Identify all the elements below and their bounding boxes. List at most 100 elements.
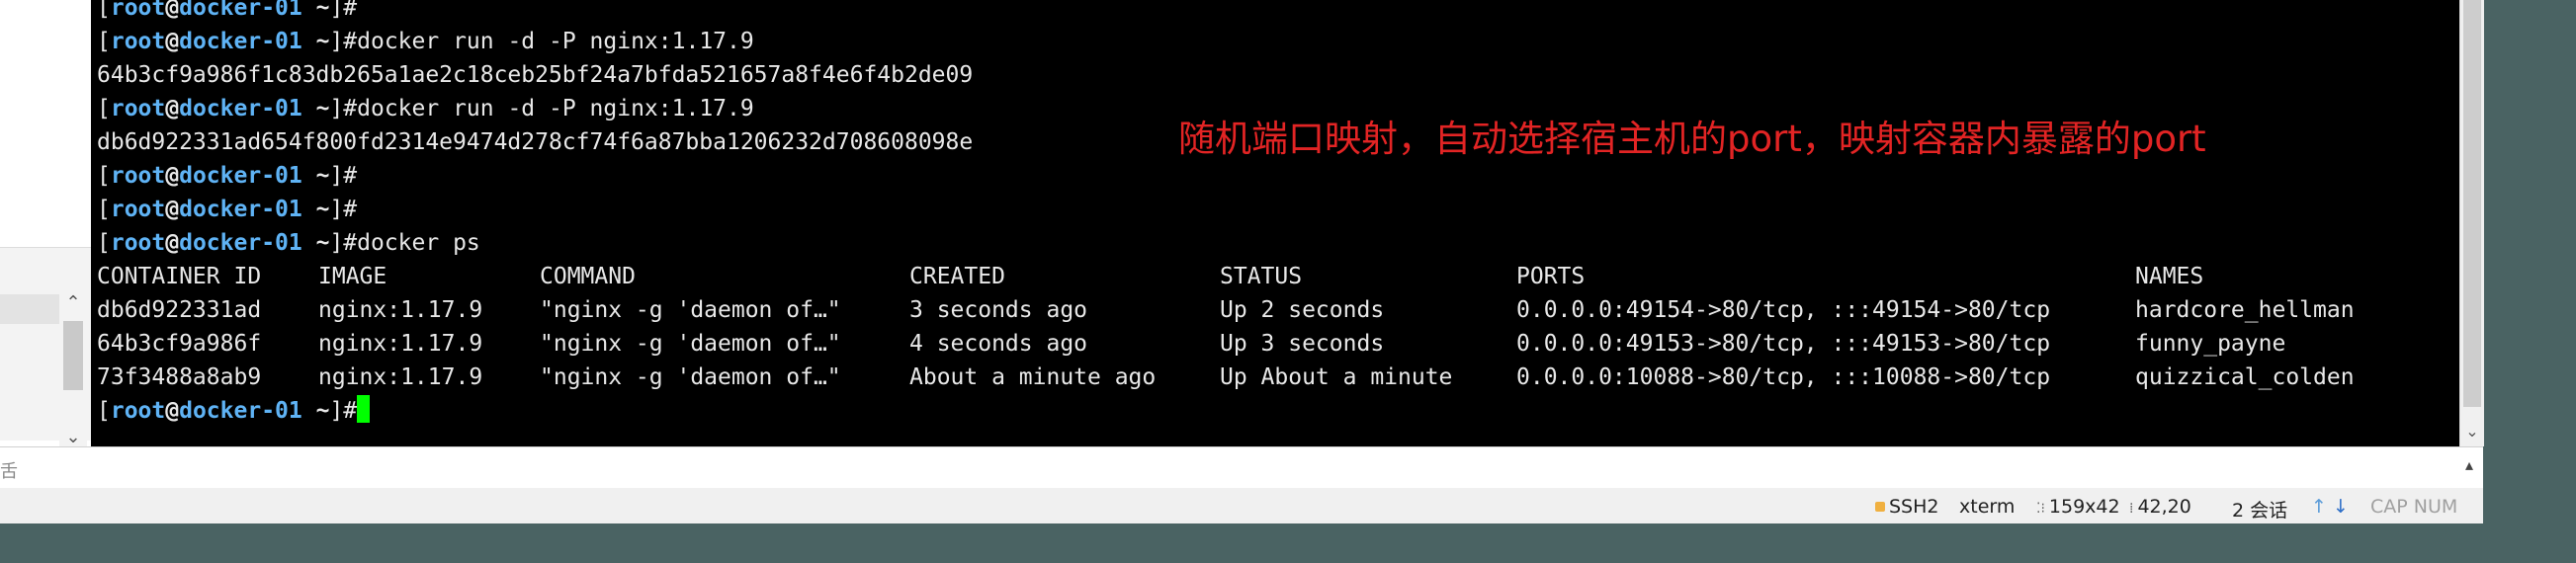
prompt-symbol: ]# — [329, 0, 358, 21]
table-cell: 0.0.0.0:49154->80/tcp, :::49154->80/tcp — [1516, 297, 2051, 323]
prompt-dir: ~ — [301, 197, 330, 222]
session-count: 2 会话 — [2232, 500, 2288, 522]
table-cell: CONTAINER ID — [97, 264, 262, 289]
table-cell: db6d922331ad — [97, 297, 262, 323]
table-row: 64b3cf9a986f nginx:1.17.9 "nginx -g 'daemo… — [91, 327, 2453, 361]
prompt-at: @ — [165, 96, 180, 121]
command-text: docker run -d -P nginx:1.17.9 — [357, 96, 754, 121]
scroll-down-icon[interactable]: ⌄ — [2460, 421, 2484, 442]
prompt-symbol: ]# — [329, 230, 358, 256]
prompt-host: docker-01 — [179, 0, 302, 21]
prompt-bracket: [ — [97, 96, 111, 121]
prompt-at: @ — [165, 398, 180, 424]
prompt-user: root — [110, 163, 166, 189]
prompt-at: @ — [165, 197, 180, 222]
table-cell: 3 seconds ago — [909, 297, 1088, 323]
table-cell: "nginx -g 'daemon of…" — [540, 331, 841, 357]
prompt-bracket: [ — [97, 0, 111, 21]
terminal-output-line: db6d922331ad654f800fd2314e9474d278cf74f6… — [97, 129, 974, 155]
terminal-prompt-line: [root@docker-01 ~]#docker ps — [97, 226, 480, 260]
terminal-window[interactable]: [root@docker-01 ~]# [root@docker-01 ~]#do… — [91, 0, 2459, 446]
protocol-indicator: SSH2 — [1875, 496, 1939, 518]
prompt-at: @ — [165, 163, 180, 189]
scroll-up-icon[interactable]: ⌃ — [59, 291, 87, 315]
table-cell: 0.0.0.0:10088->80/tcp, :::10088->80/tcp — [1516, 364, 2051, 390]
caps-num-indicator: CAP NUM — [2370, 496, 2458, 518]
command-input-bar[interactable]: 舌 ▴ — [0, 446, 2483, 490]
prompt-bracket: [ — [97, 197, 111, 222]
prompt-dir: ~ — [301, 96, 330, 121]
cursor-position-icon: ⁞ — [2129, 501, 2134, 517]
cursor-position: ⁞ 42,20 — [2129, 496, 2191, 518]
table-cell: nginx:1.17.9 — [318, 331, 483, 357]
lock-icon — [1875, 502, 1885, 512]
terminal-prompt-line: [root@docker-01 ~]#docker run -d -P ngin… — [97, 25, 754, 58]
prompt-at: @ — [165, 0, 180, 21]
command-text: docker ps — [357, 230, 480, 256]
sidebar-scroll-thumb[interactable] — [63, 321, 83, 390]
prompt-user: root — [110, 0, 166, 21]
session-tree-pane[interactable] — [0, 0, 92, 247]
table-cell: Up 2 seconds — [1220, 297, 1385, 323]
table-cell: nginx:1.17.9 — [318, 364, 483, 390]
prompt-bracket: [ — [97, 163, 111, 189]
terminal-output-line: 64b3cf9a986f1c83db265a1ae2c18ceb25bf24a7… — [97, 62, 974, 88]
prompt-host: docker-01 — [179, 29, 302, 54]
prompt-dir: ~ — [301, 163, 330, 189]
table-cell: COMMAND — [540, 264, 636, 289]
prompt-symbol: ]# — [329, 163, 358, 189]
prompt-user: root — [110, 398, 166, 424]
terminal-scroll-thumb[interactable] — [2463, 0, 2481, 407]
resize-icon: ⁚⁝ — [2036, 501, 2045, 517]
arrow-up-icon: ↑ — [2311, 496, 2327, 518]
input-bar-label: 舌 — [0, 461, 18, 482]
transfer-indicators: ↑ ↓ — [2311, 496, 2349, 518]
table-header-row: CONTAINER ID IMAGE COMMAND CREATED STATUS POR… — [91, 260, 2453, 293]
prompt-bracket: [ — [97, 230, 111, 256]
prompt-bracket: [ — [97, 398, 111, 424]
selected-session-row[interactable] — [0, 294, 59, 324]
table-cell: PORTS — [1516, 264, 1586, 289]
arrow-down-icon: ↓ — [2332, 496, 2349, 518]
prompt-dir: ~ — [301, 0, 330, 21]
prompt-user: root — [110, 96, 166, 121]
table-cell: NAMES — [2135, 264, 2204, 289]
table-row: db6d922331ad nginx:1.17.9 "nginx -g 'daemo… — [91, 293, 2453, 327]
dropdown-arrow-icon[interactable]: ▴ — [2465, 455, 2473, 474]
prompt-dir: ~ — [301, 398, 330, 424]
terminal-size: ⁚⁝ 159x42 — [2036, 496, 2120, 518]
terminal-type: xterm — [1959, 496, 2016, 518]
table-cell: About a minute ago — [909, 364, 1157, 390]
table-cell: 0.0.0.0:49153->80/tcp, :::49153->80/tcp — [1516, 331, 2051, 357]
table-cell: hardcore_hellman — [2135, 297, 2355, 323]
prompt-host: docker-01 — [179, 230, 302, 256]
table-cell: IMAGE — [318, 264, 387, 289]
terminal-prompt-line: [root@docker-01 ~]#docker run -d -P ngin… — [97, 92, 754, 125]
sidebar-scrollbar[interactable]: ⌃ ⌄ — [59, 291, 87, 449]
prompt-user: root — [110, 197, 166, 222]
terminal-prompt-line: [root@docker-01 ~]# — [97, 394, 371, 428]
terminal-cursor — [357, 395, 371, 423]
table-cell: funny_payne — [2135, 331, 2286, 357]
prompt-at: @ — [165, 29, 180, 54]
table-cell: STATUS — [1220, 264, 1303, 289]
annotation-text: 随机端口映射，自动选择宿主机的port，映射容器内暴露的port — [1178, 118, 2206, 160]
terminal-prompt-line: [root@docker-01 ~]# — [97, 0, 357, 25]
table-cell: CREATED — [909, 264, 1005, 289]
prompt-host: docker-01 — [179, 398, 302, 424]
prompt-host: docker-01 — [179, 197, 302, 222]
table-cell: quizzical_colden — [2135, 364, 2355, 390]
table-cell: 73f3488a8ab9 — [97, 364, 262, 390]
status-bar: SSH2 xterm ⁚⁝ 159x42 ⁞ 42,20 2 会话 ↑ ↓ CAP … — [0, 488, 2483, 523]
table-cell: "nginx -g 'daemon of…" — [540, 297, 841, 323]
terminal-prompt-line: [root@docker-01 ~]# — [97, 193, 357, 226]
prompt-dir: ~ — [301, 230, 330, 256]
prompt-symbol: ]# — [329, 96, 358, 121]
table-cell: 4 seconds ago — [909, 331, 1088, 357]
prompt-symbol: ]# — [329, 197, 358, 222]
prompt-symbol: ]# — [329, 398, 358, 424]
prompt-dir: ~ — [301, 29, 330, 54]
table-cell: nginx:1.17.9 — [318, 297, 483, 323]
terminal-scrollbar[interactable]: ⌄ — [2459, 0, 2484, 446]
terminal-prompt-line: [root@docker-01 ~]# — [97, 159, 357, 193]
